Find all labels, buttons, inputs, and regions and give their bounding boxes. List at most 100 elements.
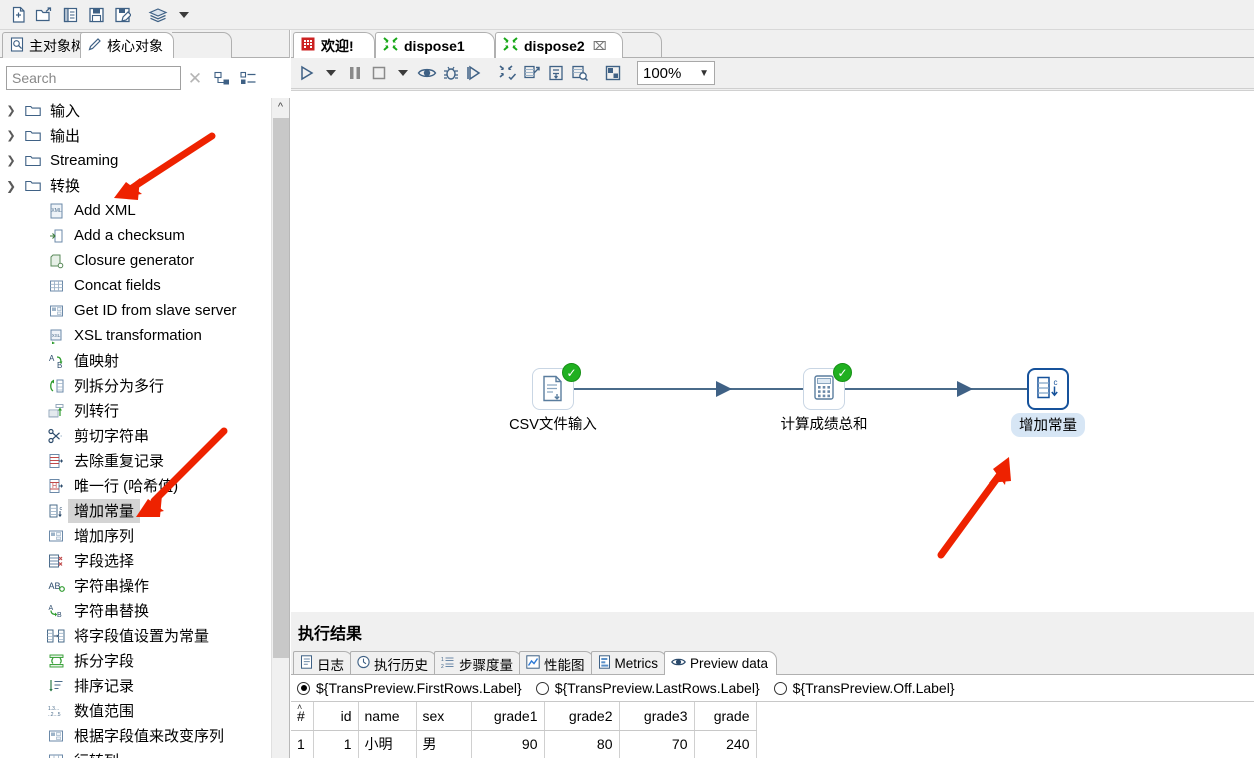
radio-first-rows[interactable]: ${TransPreview.FirstRows.Label} (297, 680, 522, 696)
step-ok-check-icon: ✓ (562, 363, 581, 382)
tree-item-sort-rows[interactable]: 排序记录 (0, 673, 262, 698)
preview-icon[interactable] (415, 60, 439, 86)
tree-item-label: 排序记录 (74, 678, 135, 695)
chevron-right-icon[interactable]: ❯ (0, 104, 22, 117)
tab-label: 步骤度量 (459, 657, 513, 673)
tree-item-number-range[interactable]: 1.3... ..2...5 数值范围 (0, 698, 262, 723)
collapse-all-icon[interactable] (209, 67, 235, 89)
tree-item-split-field-to-rows[interactable]: 列拆分为多行 (0, 373, 262, 398)
svg-text:..2...5: ..2...5 (48, 712, 61, 718)
impact-analysis-icon[interactable] (520, 60, 544, 86)
radio-last-rows[interactable]: ${TransPreview.LastRows.Label} (535, 680, 760, 696)
tree-folder-streaming[interactable]: ❯ Streaming (0, 148, 262, 173)
column-header-index[interactable]: ˄ # (291, 702, 314, 731)
tree-folder-input[interactable]: ❯ 输入 (0, 98, 262, 123)
tab-log[interactable]: 日志 (293, 651, 353, 675)
open-folder-icon[interactable] (31, 3, 57, 27)
tab-execution-history[interactable]: 执行历史 (350, 651, 437, 675)
zoom-level-combo[interactable]: 100% ▼ (637, 61, 715, 85)
preview-data-grid[interactable]: ˄ # id name sex grade1 grade2 grade3 gra… (291, 701, 1254, 758)
tree-folder-transform[interactable]: ❯ 转换 (0, 173, 262, 198)
clear-search-icon[interactable]: ✕ (181, 66, 209, 90)
tree-item-value-change-sequence[interactable]: 根据字段值来改变序列 (0, 723, 262, 748)
toolbar-dropdown-caret-icon[interactable] (171, 3, 197, 27)
tree-item-row-normaliser[interactable]: 行转列 (0, 748, 262, 758)
tree-item-split-fields[interactable]: 拆分字段 (0, 648, 262, 673)
chevron-right-icon[interactable]: ❯ (0, 154, 22, 167)
pause-icon[interactable] (343, 60, 367, 86)
tab-dispose1[interactable]: dispose1 (375, 32, 495, 58)
tree-item-unique-rows-hashset[interactable]: H 唯一行 (哈希值) (0, 473, 262, 498)
table-row[interactable]: 1 1 小明 男 90 80 70 240 (291, 730, 757, 758)
tab-performance-graph[interactable]: 性能图 (519, 651, 594, 675)
tree-item-concat-fields[interactable]: Concat fields (0, 273, 262, 298)
new-file-icon[interactable] (5, 3, 31, 27)
tab-welcome[interactable]: 欢迎! (293, 32, 375, 58)
transformation-canvas[interactable]: ✓ CSV文件输入 ✓ 计算成绩总和 c 增加常量 (291, 90, 1254, 620)
select-values-icon (44, 553, 68, 569)
arrange-icon[interactable] (601, 60, 625, 86)
step-icon-box[interactable]: c (1027, 368, 1069, 410)
history-icon (357, 655, 370, 672)
sidebar-scrollbar[interactable]: ^ (271, 98, 289, 758)
hop-line[interactable] (987, 388, 1027, 390)
tree-item-string-operations[interactable]: AB 字符串操作 (0, 573, 262, 598)
expand-all-icon[interactable] (235, 67, 261, 89)
open-recent-icon[interactable] (57, 3, 83, 27)
replay-icon[interactable] (463, 60, 487, 86)
tree-item-set-field-value-constant[interactable]: 将字段值设置为常量 (0, 623, 262, 648)
scroll-up-arrow-icon[interactable]: ^ (272, 98, 289, 116)
tree-item-label: 去除重复记录 (74, 453, 165, 470)
tree-item-add-a-checksum[interactable]: Add a checksum (0, 223, 262, 248)
tab-step-metrics[interactable]: 12 步骤度量 (434, 651, 522, 675)
column-header-name[interactable]: name (358, 702, 417, 731)
tree-item-replace-in-string[interactable]: AB 字符串替换 (0, 598, 262, 623)
tree-item-unique-rows[interactable]: 去除重复记录 (0, 448, 262, 473)
stop-options-dropdown-icon[interactable] (391, 60, 415, 86)
column-header-grade1[interactable]: grade1 (471, 702, 545, 731)
core-objects-tree[interactable]: ❯ 输入 ❯ 输出 ❯ Streaming ❯ 转换 XML Add XML A… (0, 98, 262, 758)
column-header-id[interactable]: id (313, 702, 359, 731)
scrollbar-thumb[interactable] (273, 118, 289, 658)
tree-item-cut-string[interactable]: 剪切字符串 (0, 423, 262, 448)
editor-tab-ghost (622, 32, 662, 58)
column-header-sex[interactable]: sex (416, 702, 472, 731)
tree-item-value-mapper[interactable]: AB 值映射 (0, 348, 262, 373)
tree-item-add-xml[interactable]: XML Add XML (0, 198, 262, 223)
column-header-grade3[interactable]: grade3 (619, 702, 695, 731)
tab-metrics[interactable]: Metrics (590, 651, 667, 675)
column-header-grade[interactable]: grade (694, 702, 757, 731)
verify-icon[interactable] (496, 60, 520, 86)
chevron-down-icon[interactable]: ❯ (0, 179, 22, 193)
radio-off[interactable]: ${TransPreview.Off.Label} (773, 680, 955, 696)
sidebar-tab-core-objects[interactable]: 核心对象 (80, 32, 174, 58)
sql-icon[interactable] (544, 60, 568, 86)
run-options-dropdown-icon[interactable] (319, 60, 343, 86)
tab-preview-data[interactable]: Preview data (664, 651, 778, 675)
radio-circle-icon[interactable] (773, 681, 787, 695)
close-icon[interactable]: ⌧ (593, 39, 607, 53)
tree-item-select-values[interactable]: 字段选择 (0, 548, 262, 573)
run-icon[interactable] (295, 60, 319, 86)
layers-icon[interactable] (145, 3, 171, 27)
tab-dispose2[interactable]: dispose2 ⌧ (495, 32, 623, 58)
tree-item-add-constants[interactable]: c 增加常量 (0, 498, 262, 523)
tree-item-add-sequence[interactable]: 增加序列 (0, 523, 262, 548)
tree-item-closure-generator[interactable]: Closure generator (0, 248, 262, 273)
search-input[interactable] (6, 66, 181, 90)
debug-icon[interactable] (439, 60, 463, 86)
chevron-down-icon[interactable]: ▼ (699, 68, 709, 79)
radio-circle-icon[interactable] (535, 681, 549, 695)
save-icon[interactable] (83, 3, 109, 27)
stop-icon[interactable] (367, 60, 391, 86)
save-as-icon[interactable] (109, 3, 135, 27)
tree-folder-output[interactable]: ❯ 输出 (0, 123, 262, 148)
tree-item-get-id-from-slave-server[interactable]: Get ID from slave server (0, 298, 262, 323)
a-to-b-icon: AB (44, 353, 68, 369)
show-last-impact-icon[interactable] (568, 60, 592, 86)
chevron-right-icon[interactable]: ❯ (0, 129, 22, 142)
column-header-grade2[interactable]: grade2 (544, 702, 620, 731)
tree-item-row-denormaliser[interactable]: 列转行 (0, 398, 262, 423)
radio-circle-icon[interactable] (297, 681, 310, 695)
tree-item-xsl-transformation[interactable]: XSL XSL transformation (0, 323, 262, 348)
